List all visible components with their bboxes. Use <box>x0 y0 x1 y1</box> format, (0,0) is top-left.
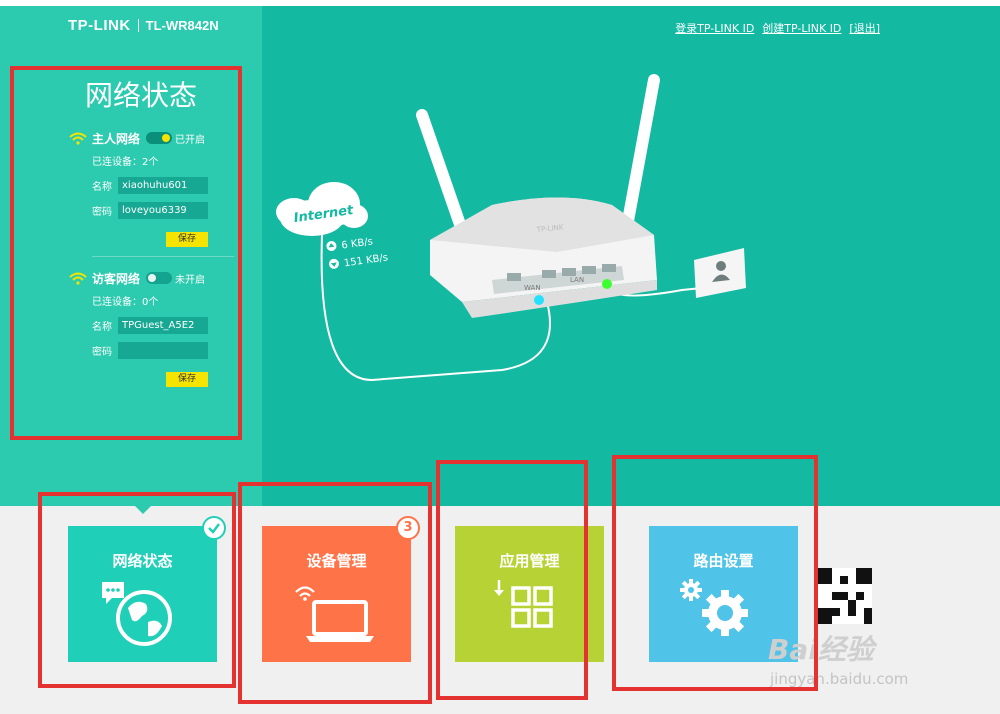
logout-link[interactable]: [退出] <box>849 20 880 36</box>
annotation-box-tile-2 <box>238 482 432 704</box>
qr-code-icon <box>816 568 872 624</box>
annotation-box-status <box>10 66 242 440</box>
wan-label: WAN <box>524 284 541 292</box>
brand-logo: TP-LINK <box>68 16 131 34</box>
lan-port-indicator <box>602 279 612 289</box>
annotation-box-tile-4 <box>612 455 818 691</box>
upload-speed: 6 KB/s <box>341 236 374 251</box>
account-links: 登录TP-LINK ID 创建TP-LINK ID [退出] <box>675 20 880 36</box>
client-device-icon <box>694 248 746 298</box>
router-admin-page: TP-LINK TL-WR842N 登录TP-LINK ID 创建TP-LINK… <box>0 0 1000 714</box>
lan-label: LAN <box>570 276 584 284</box>
annotation-box-tile-3 <box>436 460 588 700</box>
brand-header: TP-LINK TL-WR842N <box>68 14 219 36</box>
annotation-box-tile-1 <box>38 492 236 688</box>
download-speed: 151 KB/s <box>343 252 388 269</box>
router-image: TP-LINK WAN LAN <box>416 74 660 318</box>
create-id-link[interactable]: 创建TP-LINK ID <box>762 20 841 36</box>
model-name: TL-WR842N <box>145 17 219 33</box>
network-diagram: Internet 6 KB/s 151 KB/s TP-LINK WAN LAN <box>276 74 746 382</box>
brand-separator <box>137 18 139 32</box>
wan-port-indicator <box>534 295 544 305</box>
login-id-link[interactable]: 登录TP-LINK ID <box>675 20 754 36</box>
